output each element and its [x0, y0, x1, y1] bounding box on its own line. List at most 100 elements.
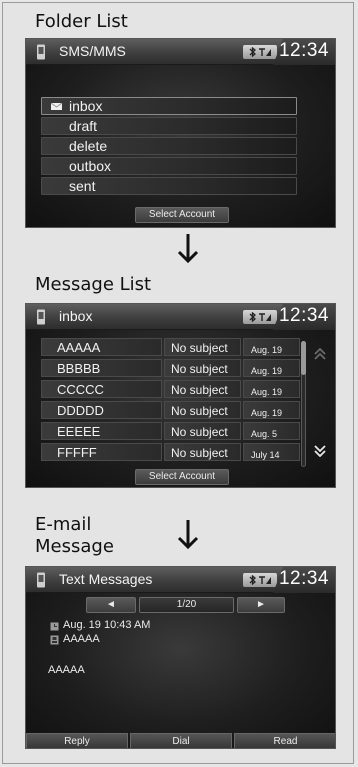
- folder-list-screen: SMS/MMS 12:34 inbox draft delete outbox …: [25, 38, 336, 228]
- right-arrow-icon: ►: [256, 599, 266, 610]
- message-date: Aug. 19: [251, 345, 283, 355]
- message-date-cell: Aug. 19: [243, 401, 300, 419]
- top-bar: Text Messages 12:34: [26, 567, 335, 593]
- message-subject: No subject: [171, 446, 228, 460]
- message-sender: EEEEE: [57, 424, 101, 439]
- message-subject-cell: No subject: [164, 443, 241, 461]
- bluetooth-signal-badge: [243, 310, 277, 324]
- bluetooth-signal-badge: [243, 573, 277, 587]
- caption-folder-list: Folder List: [35, 11, 128, 32]
- reply-button[interactable]: Reply: [26, 733, 128, 748]
- left-arrow-icon: ◄: [106, 599, 116, 610]
- message-subject: No subject: [171, 404, 228, 418]
- clock: 12:34: [278, 568, 329, 589]
- folder-item-inbox[interactable]: inbox: [41, 97, 297, 115]
- screen-title: SMS/MMS: [59, 43, 126, 59]
- message-subject: No subject: [171, 383, 228, 397]
- screen-title: inbox: [59, 308, 93, 324]
- page-indicator: 1/20: [139, 597, 234, 613]
- select-account-button[interactable]: Select Account: [135, 469, 229, 485]
- message-date: July 14: [251, 450, 280, 460]
- message-sender-cell: AAAAA: [41, 338, 162, 356]
- message-subject: No subject: [171, 425, 228, 439]
- folder-item-draft[interactable]: draft: [41, 117, 297, 135]
- message-date-cell: Aug. 19: [243, 359, 300, 377]
- phone-icon: [37, 309, 45, 325]
- message-row[interactable]: FFFFF No subject July 14: [41, 443, 300, 461]
- message-date-cell: July 14: [243, 443, 300, 461]
- message-date: Aug. 5: [251, 429, 278, 439]
- scroll-up-icon[interactable]: [313, 348, 327, 360]
- scroll-down-icon[interactable]: [313, 445, 327, 457]
- action-bar: Reply Dial Read: [26, 733, 335, 748]
- previous-message-button[interactable]: ◄: [86, 597, 136, 613]
- message-date: Aug. 19: [251, 366, 283, 376]
- message-sender-cell: CCCCC: [41, 380, 162, 398]
- contact-icon: [50, 635, 59, 645]
- message-row[interactable]: BBBBB No subject Aug. 19: [41, 359, 300, 377]
- top-bar: inbox 12:34: [26, 304, 335, 330]
- clock-area: 12:34: [273, 304, 335, 330]
- caption-email-message-line1: E-mail: [35, 514, 92, 535]
- message-date: Aug. 19: [251, 408, 283, 418]
- caption-message-list: Message List: [35, 274, 152, 295]
- message-sender: CCCCC: [57, 382, 104, 397]
- clock-area: 12:34: [273, 39, 335, 65]
- message-subject-cell: No subject: [164, 359, 241, 377]
- clock-area: 12:34: [273, 567, 335, 593]
- message-body: AAAAA: [48, 664, 85, 676]
- clock: 12:34: [278, 40, 329, 61]
- select-account-button[interactable]: Select Account: [135, 207, 229, 223]
- folder-label: sent: [69, 178, 96, 194]
- folder-item-sent[interactable]: sent: [41, 177, 297, 195]
- message-list-screen: inbox 12:34 AAAAA No subject Aug. 19 BBB…: [25, 303, 336, 488]
- clock: 12:34: [278, 305, 329, 326]
- message-sender: AAAAA: [63, 633, 100, 645]
- message-subject-cell: No subject: [164, 422, 241, 440]
- message-sender-cell: BBBBB: [41, 359, 162, 377]
- folder-item-delete[interactable]: delete: [41, 137, 297, 155]
- read-button[interactable]: Read: [234, 733, 335, 748]
- message-row[interactable]: DDDDD No subject Aug. 19: [41, 401, 300, 419]
- phone-icon: [37, 44, 45, 60]
- message-sender: BBBBB: [57, 361, 101, 376]
- bluetooth-signal-badge: [243, 45, 277, 59]
- message-row[interactable]: EEEEE No subject Aug. 5: [41, 422, 300, 440]
- bluetooth-signal-icon: [249, 575, 271, 585]
- screen-title: Text Messages: [59, 571, 153, 587]
- folder-label: inbox: [69, 98, 103, 114]
- message-date-cell: Aug. 19: [243, 338, 300, 356]
- down-arrow-icon: [177, 234, 199, 263]
- clock-small-icon: [50, 622, 59, 631]
- message-sender-cell: FFFFF: [41, 443, 162, 461]
- message-sender-cell: DDDDD: [41, 401, 162, 419]
- phone-icon: [37, 572, 45, 588]
- next-message-button[interactable]: ►: [237, 597, 285, 613]
- folder-label: outbox: [69, 158, 112, 174]
- message-timestamp: Aug. 19 10:43 AM: [63, 619, 151, 631]
- message-row[interactable]: AAAAA No subject Aug. 19: [41, 338, 300, 356]
- message-sender: DDDDD: [57, 403, 104, 418]
- folder-label: delete: [69, 138, 108, 154]
- caption-email-message-line2: Message: [35, 536, 114, 557]
- message-sender: FFFFF: [57, 445, 97, 460]
- dial-button[interactable]: Dial: [130, 733, 232, 748]
- message-sender: AAAAA: [57, 340, 101, 355]
- message-subject-cell: No subject: [164, 380, 241, 398]
- message-sender-cell: EEEEE: [41, 422, 162, 440]
- folder-item-outbox[interactable]: outbox: [41, 157, 297, 175]
- mail-icon: [51, 103, 62, 110]
- message-subject-cell: No subject: [164, 338, 241, 356]
- message-subject: No subject: [171, 341, 228, 355]
- message-detail-screen: Text Messages 12:34 ◄ 1/20 ► Aug. 19 10:…: [25, 566, 336, 749]
- message-subject: No subject: [171, 362, 228, 376]
- top-bar: SMS/MMS 12:34: [26, 39, 335, 65]
- bluetooth-signal-icon: [249, 312, 271, 322]
- message-row[interactable]: CCCCC No subject Aug. 19: [41, 380, 300, 398]
- down-arrow-icon: [177, 520, 199, 549]
- message-date-cell: Aug. 5: [243, 422, 300, 440]
- scrollbar-thumb[interactable]: [301, 341, 306, 375]
- message-subject-cell: No subject: [164, 401, 241, 419]
- folder-label: draft: [69, 118, 98, 134]
- message-date-cell: Aug. 19: [243, 380, 300, 398]
